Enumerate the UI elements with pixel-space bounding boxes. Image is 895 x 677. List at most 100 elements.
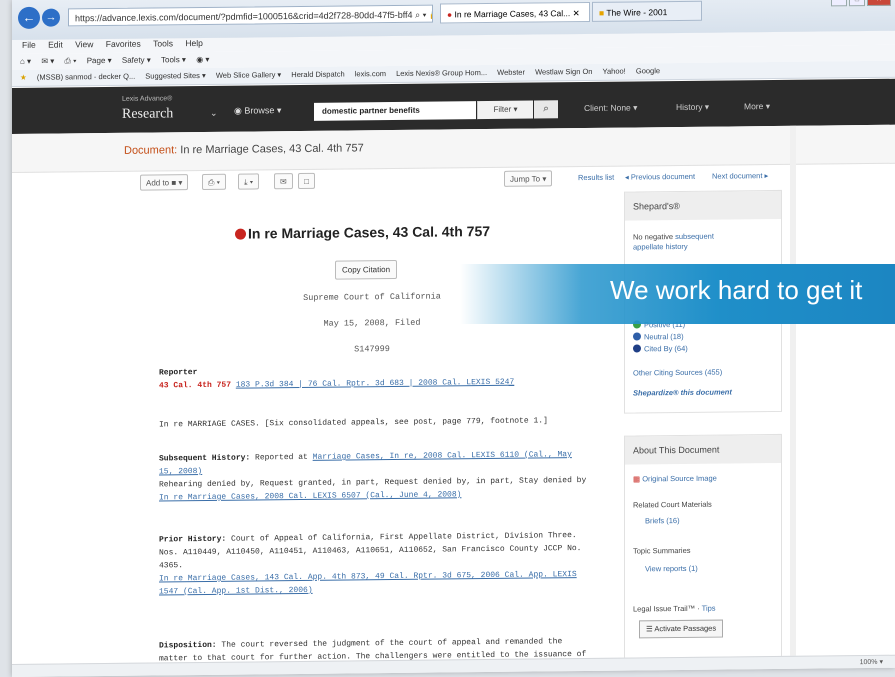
vertical-scrollbar[interactable]	[790, 125, 796, 656]
menu-favorites[interactable]: Favorites	[106, 39, 141, 49]
address-bar[interactable]: https://advance.lexis.com/document/?pdmf…	[68, 4, 433, 27]
window-controls: –□✕	[829, 0, 891, 7]
neutral-treatment-link[interactable]: Neutral (18)	[633, 332, 684, 342]
cited-by-signal-icon	[633, 344, 641, 353]
minimize-button[interactable]: –	[831, 0, 847, 7]
add-to-folder-button[interactable]: Add to ■ ▾	[140, 174, 189, 191]
history-menu[interactable]: History ▾	[676, 102, 709, 113]
safety-menu[interactable]: Safety ▾	[122, 56, 151, 65]
subsequent-link[interactable]: subsequent	[675, 232, 714, 241]
about-heading: About This Document	[625, 434, 781, 465]
view-reports-link[interactable]: View reports (1)	[645, 564, 698, 574]
tab-lexis-document[interactable]: ● In re Marriage Cases, 43 Cal... ✕	[440, 1, 590, 24]
close-window-button[interactable]: ✕	[867, 0, 891, 7]
pdf-icon: ▦	[633, 474, 641, 484]
tab-the-wire[interactable]: ■ The Wire - 2001	[592, 0, 702, 22]
document-title: In re Marriage Cases, 43 Cal. 4th 757	[180, 142, 364, 157]
download-button[interactable]: ⤓ ▾	[238, 173, 260, 190]
back-arrow-icon[interactable]: ←	[18, 6, 40, 29]
page-menu[interactable]: Page ▾	[87, 56, 112, 65]
document-label: Document:	[124, 144, 178, 157]
zoom-level[interactable]: 100% ▾	[860, 658, 883, 666]
subsequent-history: Subsequent History: Reported at Marriage…	[159, 448, 589, 505]
favorite-link[interactable]: Lexis Nexis® Group Hom...	[396, 68, 487, 78]
about-document-panel: About This Document ▦ Original Source Im…	[624, 433, 782, 664]
case-title-text: In re Marriage Cases, 43 Cal. 4th 757	[248, 222, 491, 242]
more-menu[interactable]: More ▾	[744, 101, 770, 112]
legal-issue-trail-label: Legal Issue Trail™	[633, 603, 696, 614]
cited-by-count: Cited By (64)	[644, 343, 688, 354]
activate-label: Activate Passages	[654, 623, 717, 634]
print-button[interactable]: ⎙ ▾	[202, 173, 226, 191]
lexis-favicon-icon: ●	[447, 9, 453, 20]
favorite-link[interactable]: lexis.com	[355, 69, 386, 78]
other-citing-sources-link[interactable]: Other Citing Sources (455)	[633, 368, 722, 378]
subsequent-history-label: Subsequent History:	[159, 453, 251, 464]
case-caption: In re MARRIAGE CASES. [Six consolidated …	[159, 416, 548, 430]
cited-by-link[interactable]: Cited By (64)	[633, 344, 688, 354]
browse-label: Browse ▾	[244, 105, 282, 116]
filter-dropdown[interactable]: Filter ▾	[477, 100, 533, 120]
favorite-link[interactable]: Westlaw Sign On	[535, 67, 592, 77]
shepards-summary: No negative subsequent	[633, 232, 714, 242]
original-image-link[interactable]: ▦ Original Source Image	[633, 474, 717, 484]
help-menu[interactable]: ◉ ▾	[196, 55, 209, 64]
reporter-section: Reporter 43 Cal. 4th 757 183 P.3d 384 | …	[159, 362, 589, 393]
neutral-signal-icon	[633, 332, 641, 341]
search-icon: ⌕	[543, 103, 549, 115]
shepardize-link[interactable]: Shepardize® this document	[633, 387, 732, 397]
favorite-link[interactable]: Webster	[497, 68, 525, 77]
case-title: In re Marriage Cases, 43 Cal. 4th 757	[235, 223, 490, 242]
prior-history-link[interactable]: In re Marriage Cases, 143 Cal. App. 4th …	[159, 568, 589, 599]
disposition-label: Disposition:	[159, 640, 217, 651]
right-sidebar: Shepard's® No negative subsequent appell…	[624, 189, 782, 671]
results-list-link[interactable]: Results list	[578, 173, 614, 182]
previous-document-link[interactable]: ◂ Previous document	[625, 172, 695, 182]
home-button[interactable]: ⌂ ▾	[20, 57, 31, 66]
brand-subtitle: Lexis Advance®	[122, 95, 173, 103]
copy-citation-button[interactable]: Copy Citation	[335, 259, 398, 280]
favorite-link[interactable]: Google	[636, 66, 660, 75]
favorite-link[interactable]: Yahoo!	[603, 67, 626, 76]
next-document-link[interactable]: Next document ▸	[712, 171, 768, 181]
menu-tools[interactable]: Tools	[153, 38, 173, 48]
menu-help[interactable]: Help	[185, 38, 202, 48]
page-favicon-icon: ■	[599, 7, 605, 18]
globe-icon: ◉	[234, 105, 242, 116]
maximize-button[interactable]: □	[849, 0, 865, 7]
address-controls[interactable]: ⌕ ▾ 🔒 C	[415, 9, 433, 19]
shepards-heading: Shepard's®	[625, 190, 781, 221]
briefs-link[interactable]: Briefs (16)	[645, 516, 680, 525]
subsequent-history-text: Reported at	[255, 452, 308, 463]
document-heading: Document: In re Marriage Cases, 43 Cal. …	[124, 142, 364, 157]
menu-file[interactable]: File	[22, 40, 36, 50]
forward-arrow-icon[interactable]: →	[42, 8, 60, 27]
save-to-folder-button[interactable]: □	[298, 172, 315, 190]
search-button[interactable]: ⌕	[534, 100, 558, 119]
favorite-link[interactable]: Web Slice Gallery ▾	[216, 70, 281, 80]
parallel-citations-link[interactable]: 183 P.3d 384 | 76 Cal. Rptr. 3d 683 | 20…	[236, 378, 514, 390]
tips-link[interactable]: Tips	[702, 604, 716, 613]
jump-to-dropdown[interactable]: Jump To ▾	[504, 170, 553, 187]
client-menu[interactable]: Client: None ▾	[584, 102, 637, 114]
print-button[interactable]: ⎙ ▾	[65, 56, 77, 65]
email-button[interactable]: ✉	[274, 173, 293, 190]
appellate-history-link[interactable]: appellate history	[633, 242, 688, 252]
tools-menu[interactable]: Tools ▾	[161, 55, 186, 64]
related-materials-label: Related Court Materials	[633, 499, 712, 510]
menu-edit[interactable]: Edit	[48, 39, 63, 49]
tab-label: The Wire - 2001	[606, 7, 668, 18]
favorite-link[interactable]: Suggested Sites ▾	[145, 71, 205, 81]
activate-passages-button[interactable]: ☰ Activate Passages	[639, 619, 724, 639]
chevron-down-icon[interactable]: ⌄	[210, 108, 218, 119]
search-input[interactable]: domestic partner benefits	[314, 101, 476, 121]
browse-menu[interactable]: ◉ Browse ▾	[234, 105, 281, 116]
read-mail-button[interactable]: ✉ ▾	[41, 57, 54, 66]
brand-logo[interactable]: Research	[122, 106, 173, 123]
original-image-label: Original Source Image	[642, 473, 717, 484]
legal-issue-trail: Legal Issue Trail™ · Tips	[633, 603, 716, 614]
menu-view[interactable]: View	[75, 39, 93, 49]
favorite-link[interactable]: (MSSB) sanmod - decker Q...	[37, 72, 135, 82]
favorite-link[interactable]: Herald Dispatch	[291, 70, 344, 80]
favorites-star-icon[interactable]: ★	[20, 73, 27, 82]
